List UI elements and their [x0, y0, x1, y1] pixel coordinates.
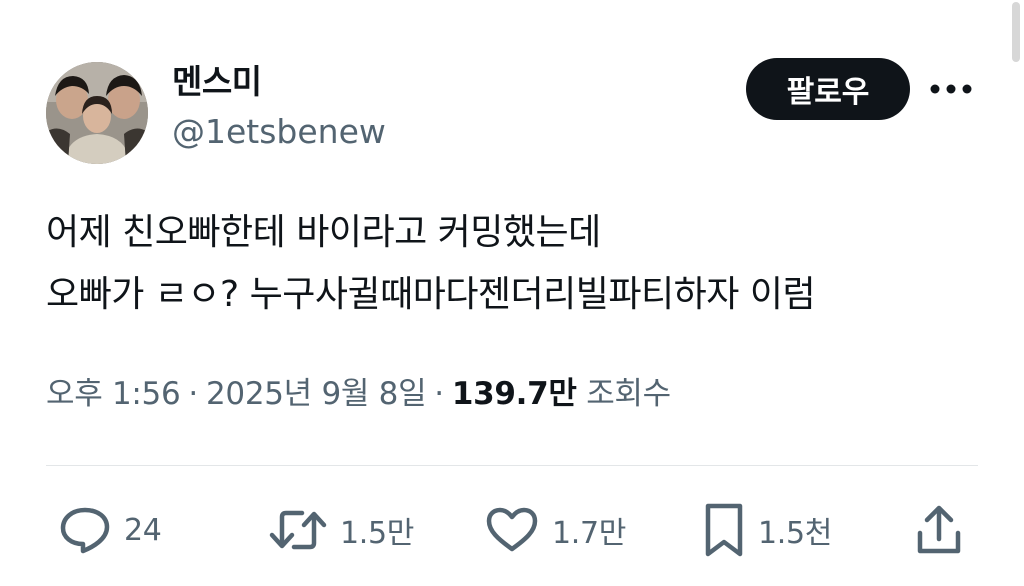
- divider: [46, 465, 978, 466]
- action-bar: 24 1.5만 1.7만 1.5천: [0, 498, 1024, 562]
- tweet-header: 멘스미 @1etsbenew 팔로우: [46, 58, 976, 164]
- follow-button[interactable]: 팔로우: [746, 58, 910, 120]
- tweet-text: 어제 친오빠한테 바이라고 커밍했는데 오빠가 ㄹㅇ? 누구사귈때마다젠더리빌파…: [46, 202, 986, 326]
- scrollbar[interactable]: [1012, 2, 1020, 62]
- meta-separator: ·: [434, 376, 444, 412]
- user-names: 멘스미 @1etsbenew: [172, 62, 386, 152]
- reply-count: 24: [124, 512, 162, 548]
- repost-count: 1.5만: [340, 516, 415, 551]
- share-button[interactable]: [912, 498, 966, 562]
- avatar[interactable]: [46, 62, 148, 164]
- speech-bubble-icon: [60, 507, 110, 554]
- views-count: 139.7만: [451, 376, 577, 412]
- like-button[interactable]: 1.7만: [484, 498, 626, 562]
- tweet-time[interactable]: 오후 1:56: [46, 376, 181, 412]
- bookmark-icon: [705, 503, 743, 557]
- display-name[interactable]: 멘스미: [172, 62, 386, 102]
- share-upload-icon: [917, 505, 961, 554]
- tweet-text-line: 어제 친오빠한테 바이라고 커밍했는데: [46, 212, 601, 253]
- like-count: 1.7만: [552, 516, 627, 551]
- more-dots-icon: [930, 84, 972, 94]
- heart-icon: [486, 507, 538, 552]
- views-label: 조회수: [586, 376, 671, 412]
- bookmark-button[interactable]: 1.5천: [702, 498, 832, 562]
- meta-separator: ·: [188, 376, 198, 412]
- tweet-text-line: 오빠가 ㄹㅇ? 누구사귈때마다젠더리빌파티하자 이럼: [46, 274, 816, 315]
- reply-button[interactable]: 24: [58, 498, 162, 562]
- user-handle[interactable]: @1etsbenew: [172, 112, 386, 152]
- repost-arrows-icon: [269, 510, 327, 550]
- avatar-photo: [46, 62, 148, 164]
- bookmark-count: 1.5천: [758, 516, 833, 551]
- tweet-date[interactable]: 2025년 9월 8일: [206, 376, 427, 412]
- tweet-meta: 오후 1:56 · 2025년 9월 8일 · 139.7만 조회수: [46, 372, 671, 416]
- more-button[interactable]: [926, 74, 976, 104]
- repost-button[interactable]: 1.5만: [268, 498, 414, 562]
